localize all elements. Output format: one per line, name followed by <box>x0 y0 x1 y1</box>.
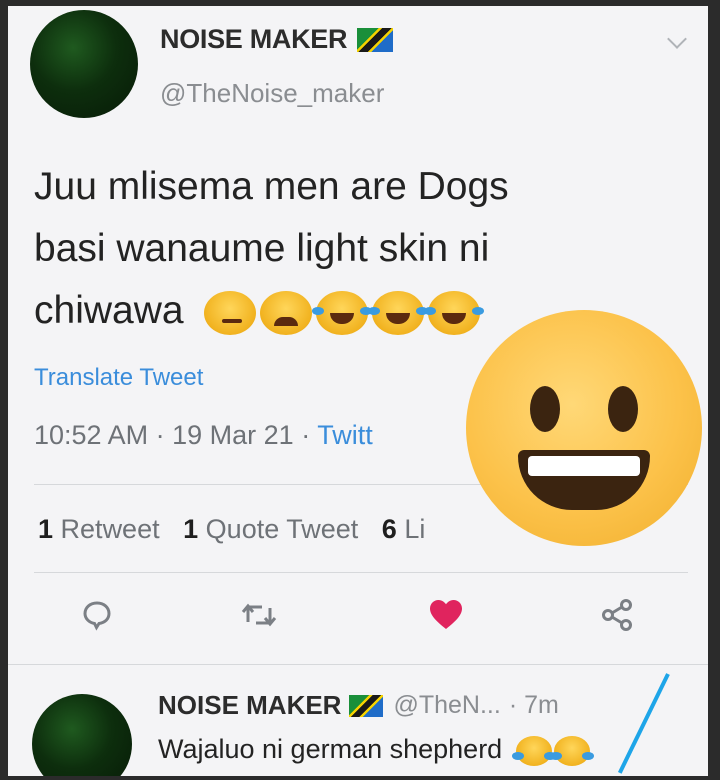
retweet-button[interactable] <box>240 598 278 637</box>
chevron-down-icon[interactable] <box>667 29 687 49</box>
reply-text-content: Wajaluo ni german shepherd <box>158 734 503 764</box>
tanzania-flag-icon <box>349 694 384 717</box>
tweet-text-word: chiwawa <box>34 289 184 332</box>
reply-emoji-row <box>511 735 594 766</box>
grinning-face-emoji-overlay-icon <box>466 310 702 546</box>
divider <box>34 572 688 573</box>
heart-icon <box>430 600 462 629</box>
face-with-tears-of-joy-icon <box>312 290 373 335</box>
tired-face-icon <box>260 290 313 335</box>
face-with-tears-of-joy-icon <box>549 735 594 766</box>
tweet-date[interactable]: 19 Mar 21 <box>172 420 294 450</box>
reply-icon <box>83 601 111 631</box>
share-button[interactable] <box>600 598 634 637</box>
reply-header: NOISE MAKER @TheN... · 7m <box>158 690 559 721</box>
divider <box>8 664 708 665</box>
share-icon <box>602 599 632 631</box>
author-handle[interactable]: @TheNoise_maker <box>160 78 384 109</box>
author-avatar[interactable] <box>30 10 138 118</box>
face-with-tears-of-joy-icon <box>368 290 429 335</box>
reply-text: Wajaluo ni german shepherd <box>158 734 594 766</box>
blue-slash-mark <box>617 673 670 774</box>
author-name[interactable]: NOISE MAKER <box>160 24 348 55</box>
reply-author-handle[interactable]: @TheN... <box>393 691 500 720</box>
reply-button[interactable] <box>80 598 114 637</box>
like-button[interactable] <box>428 598 464 637</box>
face-with-tears-of-joy-icon <box>424 290 485 335</box>
reply-author-name[interactable]: NOISE MAKER <box>158 690 341 721</box>
translate-tweet-link[interactable]: Translate Tweet <box>34 364 203 392</box>
retweets-stat[interactable]: 1 Retweet <box>38 514 160 544</box>
tweet-client-link[interactable]: Twitt <box>317 420 373 450</box>
likes-stat[interactable]: 6 Li <box>382 514 426 544</box>
tanzania-flag-icon <box>357 27 394 52</box>
smirking-face-icon <box>204 290 257 335</box>
tweet-emoji-row <box>204 290 485 335</box>
quote-tweets-stat[interactable]: 1 Quote Tweet <box>183 514 358 544</box>
reply-time: · 7m <box>508 691 559 719</box>
tweet-time[interactable]: 10:52 AM <box>34 420 148 450</box>
tweet-meta: 10:52 AM · 19 Mar 21 · Twitt <box>34 420 373 450</box>
reply-author-avatar[interactable] <box>32 694 132 776</box>
retweet-icon <box>241 603 277 627</box>
tweet-text-line-2: basi wanaume light skin ni <box>34 227 490 270</box>
tweet-text-line-1: Juu mlisema men are Dogs <box>34 165 509 208</box>
tweet-card: NOISE MAKER @TheNoise_maker Juu mlisema … <box>8 6 708 776</box>
author-name-row: NOISE MAKER <box>160 24 394 55</box>
tweet-stats: 1 Retweet 1 Quote Tweet 6 Li <box>38 514 425 545</box>
face-with-tears-of-joy-icon <box>511 735 556 766</box>
